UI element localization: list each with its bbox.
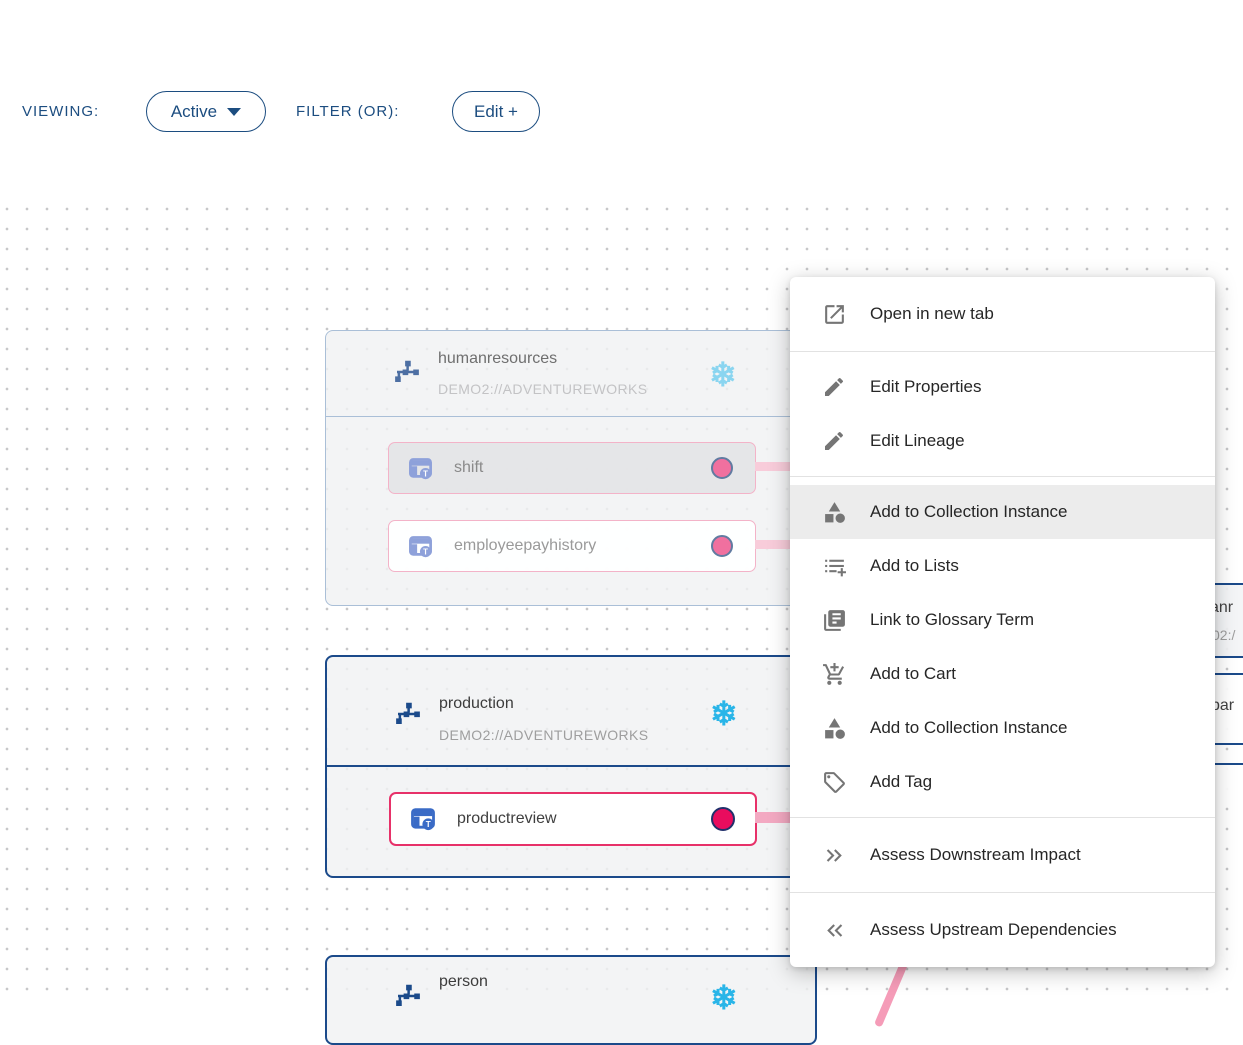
pencil-icon	[820, 375, 848, 399]
menu-item-label: Open in new tab	[870, 304, 994, 324]
menu-item-label: Add to Collection Instance	[870, 502, 1068, 522]
table-icon: T	[407, 455, 434, 482]
schema-node-title: production	[439, 695, 514, 713]
table-row-shift[interactable]: T shift	[388, 442, 756, 494]
glossary-book-icon	[820, 608, 848, 633]
shapes-icon	[820, 500, 848, 525]
double-chevron-left-icon	[820, 918, 848, 943]
menu-item-edit-lineage[interactable]: Edit Lineage	[790, 414, 1215, 468]
tag-icon	[820, 770, 848, 795]
schema-node-header[interactable]: anr 02:/	[1215, 583, 1243, 658]
menu-item-label: Add to Collection Instance	[870, 718, 1068, 738]
schema-node-datasource-fragment: 02:/	[1215, 627, 1235, 643]
menu-item-edit-properties[interactable]: Edit Properties	[790, 360, 1215, 414]
menu-item-assess-upstream-dependencies[interactable]: Assess Upstream Dependencies	[790, 901, 1215, 959]
snowflake-icon: ❄	[709, 358, 737, 391]
menu-item-link-to-glossary-term[interactable]: Link to Glossary Term	[790, 593, 1215, 647]
context-menu: Open in new tab Edit Properties Edit Lin…	[790, 277, 1215, 967]
context-menu-section: Edit Properties Edit Lineage	[790, 351, 1215, 476]
svg-text:T: T	[423, 469, 428, 478]
schema-icon	[392, 357, 422, 387]
viewing-dropdown-value: Active	[171, 102, 217, 122]
snowflake-icon: ❄	[710, 697, 738, 730]
menu-item-label: Edit Properties	[870, 377, 982, 397]
table-icon: T	[407, 533, 434, 560]
filter-label: FILTER (OR):	[296, 103, 399, 120]
menu-item-add-to-cart[interactable]: Add to Cart	[790, 647, 1215, 701]
schema-node-datasource: DEMO2://ADVENTUREWORKS	[438, 381, 648, 397]
schema-icon	[393, 699, 423, 729]
filter-edit-button[interactable]: Edit +	[452, 91, 540, 132]
chevron-down-icon	[227, 108, 241, 116]
lineage-indicator-dot[interactable]	[711, 807, 735, 831]
menu-item-assess-downstream-impact[interactable]: Assess Downstream Impact	[790, 826, 1215, 884]
schema-node-production[interactable]: production DEMO2://ADVENTUREWORKS ❄ T pr…	[325, 655, 805, 878]
menu-item-add-to-collection-instance[interactable]: Add to Collection Instance	[790, 485, 1215, 539]
context-menu-section: Add to Collection Instance Add to Lists …	[790, 476, 1215, 817]
menu-item-label: Assess Downstream Impact	[870, 845, 1081, 865]
table-row-label: shift	[454, 459, 483, 477]
shapes-icon	[820, 716, 848, 741]
schema-node-header[interactable]: production DEMO2://ADVENTUREWORKS ❄	[327, 657, 803, 767]
snowflake-icon: ❄	[710, 981, 738, 1014]
schema-node-person[interactable]: person ❄	[325, 955, 817, 1045]
schema-node-partial[interactable]: anr 02:/ par	[1215, 583, 1243, 793]
schema-node-title-fragment: anr	[1215, 599, 1233, 617]
menu-item-open-in-new-tab[interactable]: Open in new tab	[790, 285, 1215, 343]
add-cart-icon	[820, 662, 848, 687]
table-row-partial[interactable]	[1215, 763, 1243, 793]
menu-item-add-to-lists[interactable]: Add to Lists	[790, 539, 1215, 593]
menu-item-label: Assess Upstream Dependencies	[870, 920, 1117, 940]
schema-node-title: person	[439, 973, 488, 991]
table-row-partial[interactable]: par	[1215, 673, 1243, 745]
schema-node-datasource: DEMO2://ADVENTUREWORKS	[439, 727, 649, 743]
menu-item-add-to-collection-instance-2[interactable]: Add to Collection Instance	[790, 701, 1215, 755]
schema-node-header[interactable]: person ❄	[327, 957, 815, 1045]
menu-item-label: Edit Lineage	[870, 431, 965, 451]
lineage-indicator-dot[interactable]	[711, 535, 733, 557]
double-chevron-right-icon	[820, 843, 848, 868]
schema-node-header[interactable]: humanresources DEMO2://ADVENTUREWORKS ❄	[326, 331, 804, 417]
open-in-new-tab-icon	[820, 302, 848, 327]
schema-node-title: humanresources	[438, 350, 557, 368]
context-menu-section: Assess Downstream Impact	[790, 817, 1215, 892]
menu-item-label: Add to Cart	[870, 664, 956, 684]
viewing-label: VIEWING:	[22, 103, 99, 120]
menu-item-label: Link to Glossary Term	[870, 610, 1034, 630]
table-row-productreview[interactable]: T productreview	[389, 792, 757, 846]
context-menu-section: Open in new tab	[790, 277, 1215, 351]
filter-edit-label: Edit +	[474, 102, 518, 122]
menu-item-label: Add to Lists	[870, 556, 959, 576]
table-icon: T	[409, 805, 437, 833]
svg-text:T: T	[423, 547, 428, 556]
table-row-label-fragment: par	[1215, 697, 1234, 715]
table-row-employeepayhistory[interactable]: T employeepayhistory	[388, 520, 756, 572]
viewing-dropdown[interactable]: Active	[146, 91, 266, 132]
pencil-icon	[820, 429, 848, 453]
lineage-indicator-dot[interactable]	[711, 457, 733, 479]
menu-item-add-tag[interactable]: Add Tag	[790, 755, 1215, 809]
schema-icon	[393, 981, 423, 1011]
table-row-label: employeepayhistory	[454, 537, 596, 555]
menu-item-label: Add Tag	[870, 772, 932, 792]
playlist-add-icon	[820, 554, 848, 579]
table-row-label: productreview	[457, 810, 557, 828]
lineage-toolbar: VIEWING: Active FILTER (OR): Edit +	[0, 90, 1243, 134]
context-menu-section: Assess Upstream Dependencies	[790, 892, 1215, 967]
svg-text:T: T	[426, 820, 431, 829]
schema-node-humanresources[interactable]: humanresources DEMO2://ADVENTUREWORKS ❄ …	[325, 330, 805, 606]
